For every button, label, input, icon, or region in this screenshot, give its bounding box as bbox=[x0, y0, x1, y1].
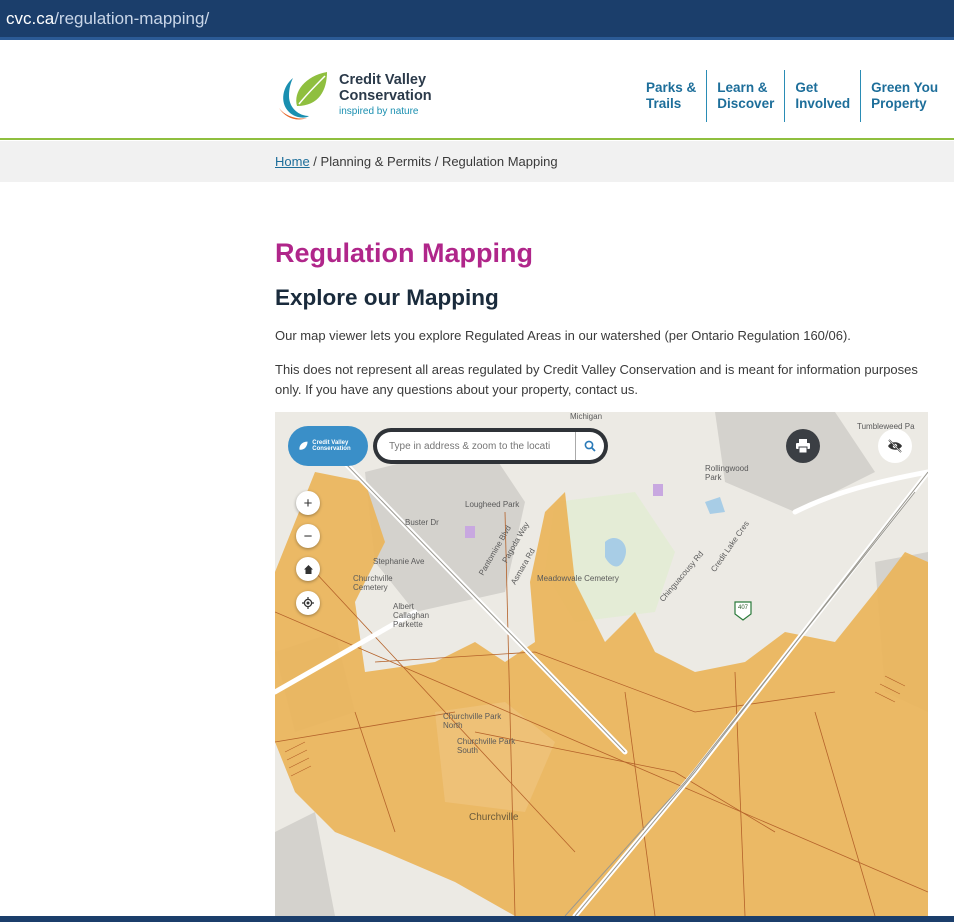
locate-button[interactable] bbox=[296, 591, 320, 615]
map-canvas[interactable] bbox=[275, 412, 928, 916]
map-label-churchville: Churchville bbox=[469, 812, 519, 823]
highway-shield-label: 407 bbox=[738, 605, 749, 611]
map-label-churchville-park-south: Churchville Park South bbox=[457, 737, 516, 755]
nav-label-line2: Discover bbox=[717, 96, 775, 111]
map-label-tumbleweed: Tumbleweed Pa bbox=[857, 422, 915, 431]
leaf-logo-icon bbox=[279, 72, 327, 120]
map-search-input[interactable] bbox=[377, 432, 577, 460]
minus-icon: − bbox=[303, 527, 313, 545]
locate-icon bbox=[302, 597, 314, 609]
nav-label-line2: Property bbox=[871, 96, 927, 111]
printer-icon bbox=[796, 439, 810, 453]
home-extent-button[interactable] bbox=[296, 557, 320, 581]
map-brand-badge[interactable]: Credit Valley Conservation bbox=[288, 426, 368, 466]
map-label-stephanie: Stephanie Ave bbox=[373, 557, 425, 566]
map-search-box bbox=[373, 428, 608, 464]
map-brand-label: Credit Valley Conservation bbox=[312, 440, 351, 452]
address-bar[interactable]: cvc.ca/regulation-mapping/ bbox=[0, 0, 954, 40]
map-label-buster: Buster Dr bbox=[405, 518, 439, 527]
search-icon bbox=[584, 440, 596, 452]
main-nav: Parks & Trails Learn & Discover Get Invo… bbox=[636, 70, 948, 122]
nav-label-line1: Green You bbox=[871, 80, 939, 95]
map-search-button[interactable] bbox=[575, 432, 604, 460]
eye-slash-icon bbox=[888, 439, 902, 453]
breadcrumb-separator: / bbox=[309, 154, 321, 169]
nav-learn-discover[interactable]: Learn & Discover bbox=[706, 70, 784, 122]
nav-label-line2: Involved bbox=[795, 96, 851, 111]
nav-parks-trails[interactable]: Parks & Trails bbox=[636, 70, 706, 122]
brand-name-line2: Conservation bbox=[339, 88, 432, 104]
breadcrumb-current: Regulation Mapping bbox=[441, 154, 558, 169]
breadcrumb-bar: Home / Planning & Permits / Regulation M… bbox=[0, 141, 954, 182]
leaf-logo-icon bbox=[299, 441, 308, 450]
nav-label-line2: Trails bbox=[646, 96, 682, 111]
map-label-albert-callaghan: Albert Callaghan Parkette bbox=[393, 602, 430, 629]
print-button[interactable] bbox=[786, 429, 820, 463]
nav-get-involved[interactable]: Get Involved bbox=[784, 70, 860, 122]
breadcrumb-separator: / bbox=[431, 154, 442, 169]
page-gutter bbox=[928, 412, 954, 916]
nav-label-line1: Get bbox=[795, 80, 818, 95]
map-label-rollingwood: Rollingwood Park bbox=[705, 464, 749, 482]
nav-label-line1: Parks & bbox=[646, 80, 697, 95]
breadcrumb: Home / Planning & Permits / Regulation M… bbox=[275, 154, 558, 169]
disclaimer-paragraph: This does not represent all areas regula… bbox=[275, 362, 918, 397]
page-title: Regulation Mapping bbox=[275, 238, 533, 268]
taskbar-strip bbox=[0, 916, 954, 922]
zoom-in-button[interactable]: + bbox=[296, 491, 320, 515]
home-icon bbox=[303, 564, 313, 574]
map-label-meadowvale: Meadowvale Cemetery bbox=[537, 574, 619, 583]
map-label-churchville-park-north: Churchville Park North bbox=[443, 712, 502, 730]
url-domain: cvc.ca bbox=[6, 8, 55, 28]
nav-label-line1: Learn & bbox=[717, 80, 768, 95]
intro-paragraph: Our map viewer lets you explore Regulate… bbox=[275, 328, 851, 343]
brand-tagline: inspired by nature bbox=[339, 106, 419, 117]
map-viewer[interactable]: Michigan Lougheed Park Buster Dr Stephan… bbox=[275, 412, 928, 916]
site-logo[interactable]: Credit Valley Conservation inspired by n… bbox=[275, 68, 455, 124]
map-label-churchville-cemetery: Churchville Cemetery bbox=[353, 574, 393, 592]
nav-green-property[interactable]: Green You Property bbox=[860, 70, 948, 122]
section-heading: Explore our Mapping bbox=[275, 285, 499, 310]
toggle-layer-visibility-button[interactable] bbox=[878, 429, 912, 463]
map-label-michigan: Michigan bbox=[570, 412, 603, 421]
brand-name: Credit Valley Conservation bbox=[339, 72, 432, 104]
zoom-out-button[interactable]: − bbox=[296, 524, 320, 548]
plus-icon: + bbox=[303, 494, 313, 512]
map-label-lougheed: Lougheed Park bbox=[465, 500, 520, 509]
url-path: /regulation-mapping/ bbox=[54, 8, 210, 28]
site-header: Credit Valley Conservation inspired by n… bbox=[0, 44, 954, 140]
brand-name-line1: Credit Valley bbox=[339, 72, 427, 88]
breadcrumb-home-link[interactable]: Home bbox=[275, 154, 310, 169]
breadcrumb-section[interactable]: Planning & Permits bbox=[321, 154, 432, 169]
